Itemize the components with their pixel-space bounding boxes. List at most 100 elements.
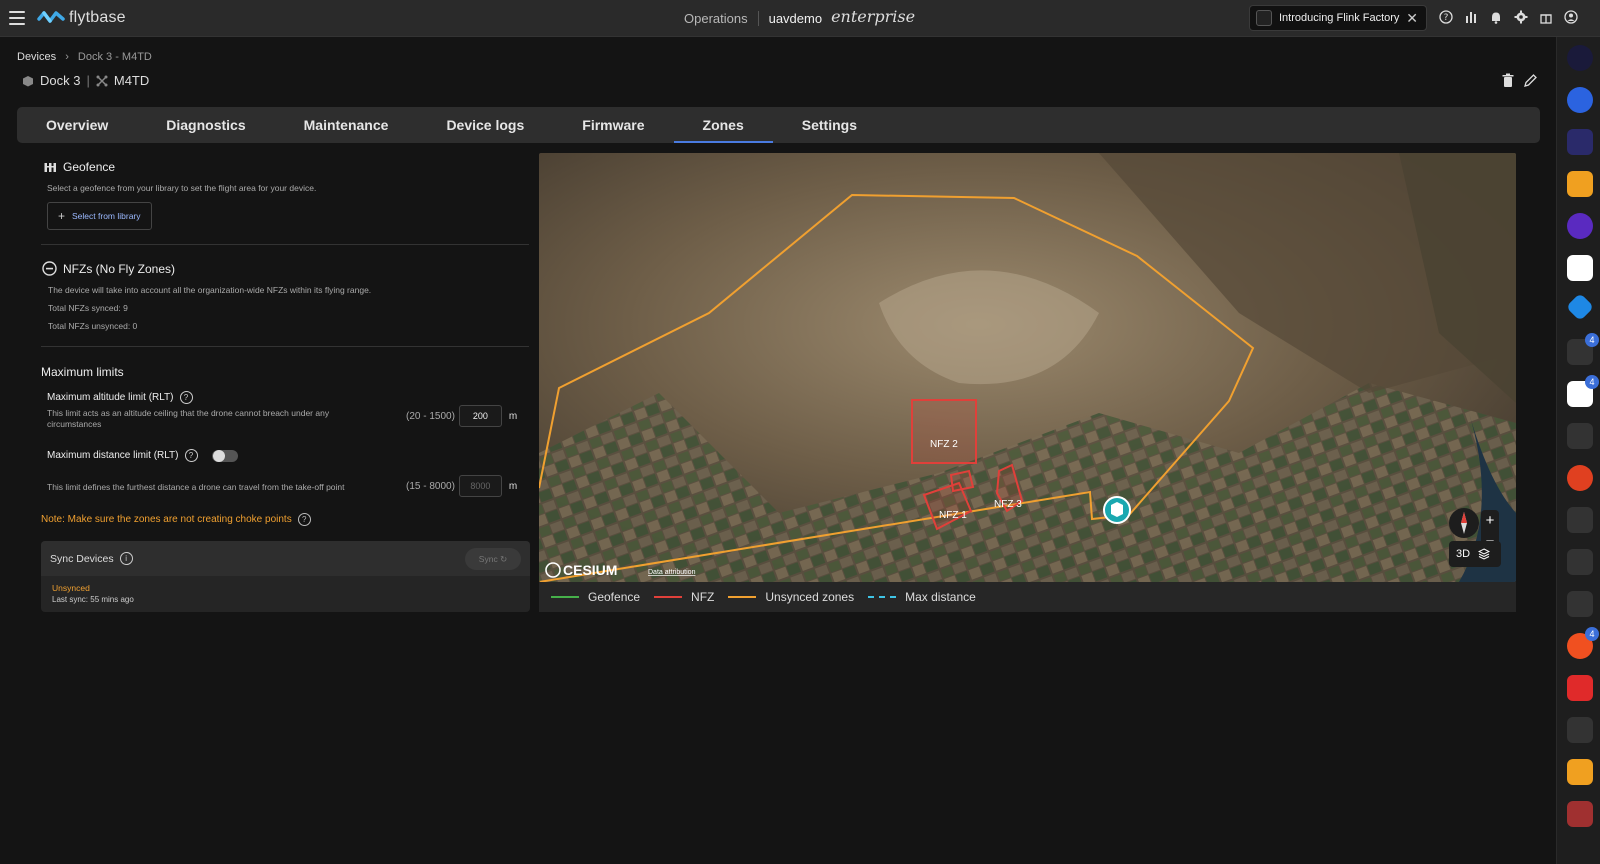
zones-settings-panel: Geofence Select a geofence from your lib… (41, 160, 529, 526)
distance-unit: m (508, 480, 518, 492)
legend-unsynced: Unsynced zones (728, 590, 854, 604)
zones-map[interactable]: NFZ 2 NFZ 1 NFZ 3 CESIUM Data attributio… (539, 153, 1516, 582)
legend-nfz: NFZ (654, 590, 714, 604)
altitude-limit-label: Maximum altitude limit (RLT) (47, 392, 174, 403)
nfz-2-zone[interactable] (911, 399, 977, 464)
distance-limit-input[interactable]: 8000 (458, 475, 502, 497)
help-icon[interactable]: ? (1438, 9, 1454, 25)
sync-button[interactable]: Sync ↻ (465, 547, 521, 570)
tab-settings[interactable]: Settings (773, 107, 886, 143)
nfz-header: NFZs (No Fly Zones) (42, 261, 529, 276)
legend-max-distance: Max distance (868, 590, 976, 604)
app-icon-16[interactable] (1567, 675, 1593, 701)
app-icon-3[interactable] (1567, 129, 1593, 155)
app-icon-17[interactable] (1567, 717, 1593, 743)
close-icon[interactable]: ✕ (1406, 10, 1418, 27)
breadcrumb-devices[interactable]: Devices (17, 51, 56, 63)
sync-status: Unsynced (52, 583, 90, 593)
app-icon-14[interactable] (1567, 591, 1593, 617)
data-attribution-link[interactable]: Data attribution (648, 569, 696, 576)
flink-icon (1256, 10, 1272, 26)
menu-icon[interactable] (9, 11, 25, 25)
dock-name: Dock 3 (40, 73, 81, 88)
rail-badge: 4 (1585, 375, 1599, 389)
tab-device-logs[interactable]: Device logs (417, 107, 553, 143)
tab-diagnostics[interactable]: Diagnostics (137, 107, 274, 143)
compass-icon (1461, 512, 1467, 534)
map-legend: Geofence NFZ Unsynced zones Max distance (539, 582, 1516, 612)
analytics-icon[interactable] (1463, 9, 1479, 25)
app-icon-11[interactable] (1567, 465, 1593, 491)
satellite-map[interactable]: NFZ 2 NFZ 1 NFZ 3 CESIUM Data attributio… (539, 153, 1516, 582)
app-icon-5[interactable] (1567, 213, 1593, 239)
edition-label: enterprise (831, 7, 916, 26)
legend-geofence-label: Geofence (588, 590, 641, 604)
app-icon-12[interactable] (1567, 507, 1593, 533)
select-from-library-button[interactable]: + Select from library (47, 202, 152, 230)
altitude-limit-row: Maximum altitude limit (RLT) ? This limi… (47, 391, 529, 441)
tab-zones[interactable]: Zones (673, 107, 773, 143)
zoom-in-button[interactable]: + (1481, 510, 1499, 531)
select-from-library-label: Select from library (72, 211, 141, 221)
nfz-1-label: NFZ 1 (939, 510, 967, 521)
app-icon-13[interactable] (1567, 549, 1593, 575)
app-icon-1[interactable] (1567, 45, 1593, 71)
edit-icon[interactable] (1523, 73, 1538, 88)
layers-icon[interactable] (1478, 548, 1491, 560)
app-icon-2[interactable] (1567, 87, 1593, 113)
rail-badge: 4 (1585, 627, 1599, 641)
dock-icon (23, 75, 33, 86)
app-icon-4[interactable] (1567, 171, 1593, 197)
nfz-2-label: NFZ 2 (930, 439, 958, 450)
gear-icon[interactable] (1513, 9, 1529, 25)
altitude-limit-desc: This limit acts as an altitude ceiling t… (47, 408, 330, 429)
app-icon-7[interactable] (1565, 292, 1595, 322)
breadcrumb-current: Dock 3 - M4TD (77, 51, 152, 63)
tab-maintenance[interactable]: Maintenance (275, 107, 418, 143)
nfz-unsynced-count: Total NFZs unsynced: 0 (48, 321, 138, 331)
help-icon[interactable]: ? (297, 513, 311, 526)
distance-limit-label: Maximum distance limit (RLT) (47, 450, 179, 461)
drone-icon (96, 75, 108, 86)
app-icon-10[interactable] (1567, 423, 1593, 449)
app-icon-6[interactable] (1567, 255, 1593, 281)
view-3d-toggle[interactable]: 3D (1456, 548, 1470, 560)
app-icon-18[interactable] (1567, 759, 1593, 785)
delete-icon[interactable] (1501, 73, 1515, 88)
org-name[interactable]: uavdemo (759, 11, 822, 26)
dock-marker[interactable] (1103, 496, 1131, 524)
app-icon-19[interactable] (1567, 801, 1593, 827)
info-icon[interactable]: i (119, 552, 133, 565)
distance-limit-toggle[interactable] (211, 449, 238, 462)
legend-nfz-label: NFZ (691, 590, 715, 604)
help-icon[interactable]: ? (179, 391, 193, 404)
sync-button-label: Sync (478, 553, 498, 564)
geofence-icon (44, 162, 56, 172)
altitude-limit-input[interactable]: 200 (458, 405, 502, 427)
sync-devices-title: Sync Devices (50, 552, 114, 565)
cesium-brand: CESIUM (563, 562, 617, 578)
top-icons: ? (1438, 9, 1579, 25)
geofence-title: Geofence (63, 160, 116, 174)
top-bar: flytbase Operations uavdemo enterprise I… (0, 0, 1600, 37)
distance-limit-desc: This limit defines the furthest distance… (47, 482, 345, 492)
legend-max-distance-swatch (868, 596, 897, 598)
promo-text: Introducing Flink Factory (1279, 12, 1400, 24)
legend-max-distance-label: Max distance (905, 590, 976, 604)
brand-logo[interactable]: flytbase (37, 9, 126, 27)
nav-operations[interactable]: Operations (684, 10, 759, 26)
promo-banner[interactable]: Introducing Flink Factory ✕ (1249, 5, 1427, 31)
tab-firmware[interactable]: Firmware (553, 107, 673, 143)
device-actions (1501, 73, 1538, 88)
legend-geofence-swatch (551, 596, 579, 598)
nfz-1b-zone[interactable] (949, 469, 975, 493)
nfz-desc: The device will take into account all th… (48, 285, 372, 295)
user-avatar-icon[interactable] (1563, 9, 1579, 25)
help-icon[interactable]: ? (184, 449, 198, 462)
compass-button[interactable] (1449, 508, 1479, 538)
distance-range: (15 - 8000) (406, 480, 455, 492)
tab-overview[interactable]: Overview (17, 107, 137, 143)
gift-icon[interactable] (1538, 9, 1554, 25)
drone-name: M4TD (113, 73, 150, 88)
bell-icon[interactable] (1488, 9, 1504, 25)
